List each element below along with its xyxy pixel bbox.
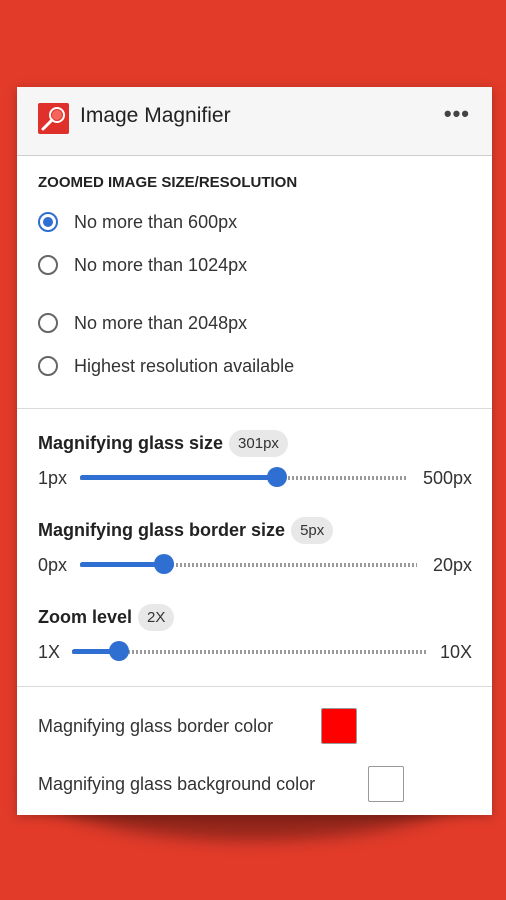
radio-label: No more than 600px — [74, 211, 238, 232]
slider-min-label: 1X — [38, 642, 61, 662]
settings-panel: Image Magnifier ••• ZOOMED IMAGE SIZE/RE… — [17, 87, 492, 815]
background-color-label: Magnifying glass background color — [38, 773, 316, 794]
radio-label: No more than 2048px — [74, 312, 248, 333]
zoom-level-slider[interactable]: 1X 10X — [38, 639, 472, 665]
magnifier-logo-icon — [38, 103, 69, 134]
radio-button[interactable] — [38, 313, 58, 333]
zoom-level-title: Zoom level 2X — [38, 604, 175, 631]
section-divider — [17, 408, 492, 409]
radio-option-highest[interactable]: Highest resolution available — [38, 353, 294, 379]
radio-option-1024[interactable]: No more than 1024px — [38, 252, 247, 278]
background-color-swatch[interactable] — [368, 766, 404, 802]
border-size-label: Magnifying glass border size — [38, 520, 286, 540]
slider-fill — [80, 475, 278, 480]
panel-header: Image Magnifier ••• — [17, 87, 492, 156]
border-size-title: Magnifying glass border size 5px — [38, 517, 334, 544]
border-size-slider[interactable]: 0px 20px — [38, 552, 472, 578]
background-color-row: Magnifying glass background color — [38, 765, 472, 803]
border-size-value-badge: 5px — [291, 517, 334, 544]
slider-min-label: 0px — [38, 555, 68, 575]
slider-max-label: 500px — [422, 468, 472, 488]
slider-thumb[interactable] — [267, 467, 288, 487]
radio-option-600[interactable]: No more than 600px — [38, 209, 237, 235]
border-color-row: Magnifying glass border color — [38, 707, 472, 745]
radio-label: Highest resolution available — [74, 355, 295, 376]
app-title: Image Magnifier — [80, 104, 231, 127]
zoom-level-label: Zoom level — [38, 607, 133, 627]
radio-button[interactable] — [38, 255, 58, 275]
glass-size-title: Magnifying glass size 301px — [38, 430, 288, 457]
resolution-heading: ZOOMED IMAGE SIZE/RESOLUTION — [38, 174, 298, 191]
glass-size-slider[interactable]: 1px 500px — [38, 465, 472, 491]
border-color-label: Magnifying glass border color — [38, 715, 274, 736]
slider-fill — [80, 562, 165, 567]
more-horizontal-icon[interactable]: ••• — [444, 101, 470, 127]
radio-label: No more than 1024px — [74, 254, 248, 275]
border-color-swatch[interactable] — [321, 708, 357, 744]
radio-button[interactable] — [38, 212, 58, 232]
slider-thumb[interactable] — [109, 641, 130, 661]
radio-option-2048[interactable]: No more than 2048px — [38, 310, 247, 336]
slider-thumb[interactable] — [154, 554, 175, 574]
section-divider — [17, 686, 492, 687]
slider-min-label: 1px — [38, 468, 68, 488]
zoom-level-value-badge: 2X — [138, 604, 175, 631]
glass-size-value-badge: 301px — [229, 430, 288, 457]
slider-max-label: 20px — [432, 555, 472, 575]
glass-size-label: Magnifying glass size — [38, 433, 224, 453]
slider-max-label: 10X — [439, 642, 472, 662]
radio-button[interactable] — [38, 356, 58, 376]
